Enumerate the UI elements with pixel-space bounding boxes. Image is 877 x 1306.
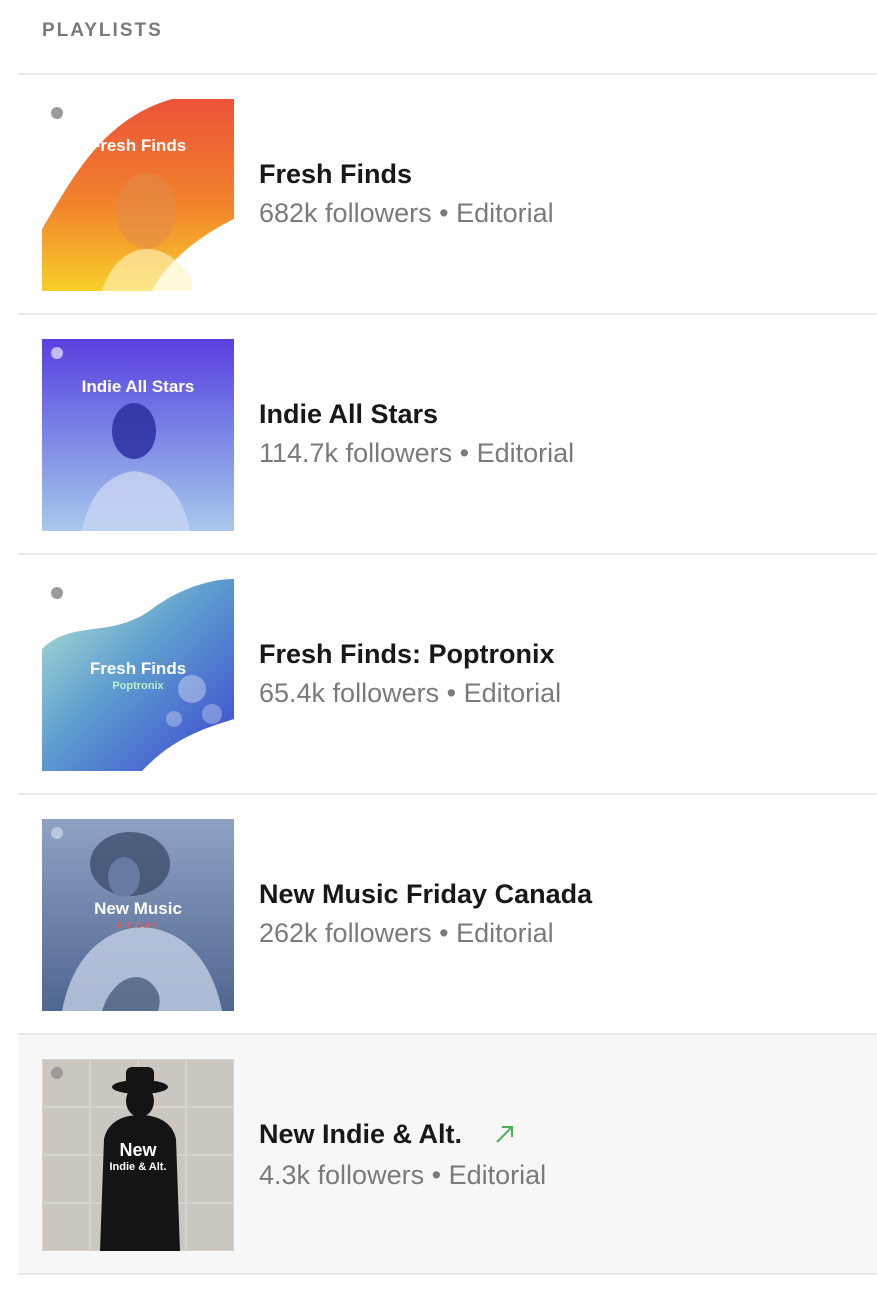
playlist-type: Editorial bbox=[456, 918, 554, 948]
cover-art: Fresh Finds Poptronix bbox=[42, 579, 234, 771]
cover-art: New Indie & Alt. bbox=[42, 1059, 234, 1251]
playlist-row[interactable]: Fresh Finds Poptronix Fresh Finds: Poptr… bbox=[18, 555, 877, 795]
playlist-name[interactable]: Fresh Finds bbox=[259, 157, 554, 191]
follower-count: 114.7k followers bbox=[259, 438, 453, 468]
playlist-meta: 262k followers • Editorial bbox=[259, 916, 592, 950]
spotify-logo-icon bbox=[51, 107, 63, 119]
playlist-meta: 114.7k followers • Editorial bbox=[259, 436, 574, 470]
playlist-meta: 4.3k followers • Editorial bbox=[259, 1158, 546, 1192]
playlist-cover[interactable]: New Indie & Alt. bbox=[42, 1059, 234, 1251]
playlist-info: Fresh Finds 682k followers • Editorial bbox=[259, 157, 554, 230]
cover-title: Fresh Finds bbox=[90, 136, 186, 155]
playlist-cover[interactable]: New Music FRIDAY bbox=[42, 819, 234, 1011]
cover-title: New Music bbox=[94, 899, 182, 918]
playlist-info: New Music Friday Canada 262k followers •… bbox=[259, 877, 592, 950]
cover-art: Fresh Finds bbox=[42, 99, 234, 291]
spotify-logo-icon bbox=[51, 347, 63, 359]
playlist-list: Fresh Finds Fresh Finds 682k followers •… bbox=[18, 73, 877, 1275]
playlist-meta: 65.4k followers • Editorial bbox=[259, 676, 561, 710]
cover-subtitle: FRIDAY bbox=[117, 921, 158, 930]
follower-count: 682k followers bbox=[259, 198, 432, 228]
playlist-row[interactable]: New Music FRIDAY New Music Friday Canada… bbox=[18, 795, 877, 1035]
playlist-type: Editorial bbox=[448, 1160, 547, 1190]
playlist-type: Editorial bbox=[476, 438, 575, 468]
playlist-cover[interactable]: Indie All Stars bbox=[42, 339, 234, 531]
playlist-cover[interactable]: Fresh Finds Poptronix bbox=[42, 579, 234, 771]
section-title: PLAYLISTS bbox=[42, 20, 163, 41]
follower-count: 4.3k followers bbox=[259, 1160, 425, 1190]
cover-subtitle: Indie & Alt. bbox=[109, 1161, 166, 1173]
playlist-name[interactable]: New Music Friday Canada bbox=[259, 877, 592, 911]
meta-separator: • bbox=[459, 438, 470, 468]
playlist-info: Indie All Stars 114.7k followers • Edito… bbox=[259, 397, 574, 470]
cover-art: New Music FRIDAY bbox=[42, 819, 234, 1011]
meta-separator: • bbox=[439, 918, 449, 948]
cover-subtitle: Poptronix bbox=[112, 680, 164, 692]
playlist-name[interactable]: Fresh Finds: Poptronix bbox=[259, 637, 561, 671]
playlist-name[interactable]: New Indie & Alt. bbox=[259, 1119, 462, 1149]
playlist-name-wrapper: New Indie & Alt. bbox=[259, 1117, 546, 1153]
meta-separator: • bbox=[439, 198, 449, 228]
playlist-row[interactable]: Fresh Finds Fresh Finds 682k followers •… bbox=[18, 75, 877, 315]
spotify-logo-icon bbox=[51, 827, 63, 839]
playlist-row[interactable]: New Indie & Alt. New Indie & Alt. 4.3k f… bbox=[18, 1035, 877, 1275]
follower-count: 65.4k followers bbox=[259, 678, 440, 708]
cover-title: Fresh Finds bbox=[90, 659, 186, 678]
playlist-info: New Indie & Alt. 4.3k followers • Editor… bbox=[259, 1117, 546, 1192]
spotify-logo-icon bbox=[51, 587, 63, 599]
meta-separator: • bbox=[446, 678, 457, 708]
playlist-cover[interactable]: Fresh Finds bbox=[42, 99, 234, 291]
cover-art: Indie All Stars bbox=[42, 339, 234, 531]
playlist-info: Fresh Finds: Poptronix 65.4k followers •… bbox=[259, 637, 561, 710]
playlist-type: Editorial bbox=[456, 198, 554, 228]
playlist-name[interactable]: Indie All Stars bbox=[259, 397, 574, 431]
cover-title: New bbox=[119, 1140, 157, 1160]
trending-up-arrow-icon bbox=[494, 1119, 516, 1153]
follower-count: 262k followers bbox=[259, 918, 432, 948]
playlist-meta: 682k followers • Editorial bbox=[259, 196, 554, 230]
cover-title: Indie All Stars bbox=[82, 377, 195, 396]
playlist-row[interactable]: Indie All Stars Indie All Stars 114.7k f… bbox=[18, 315, 877, 555]
spotify-logo-icon bbox=[51, 1067, 63, 1079]
playlist-type: Editorial bbox=[463, 678, 562, 708]
meta-separator: • bbox=[431, 1160, 442, 1190]
